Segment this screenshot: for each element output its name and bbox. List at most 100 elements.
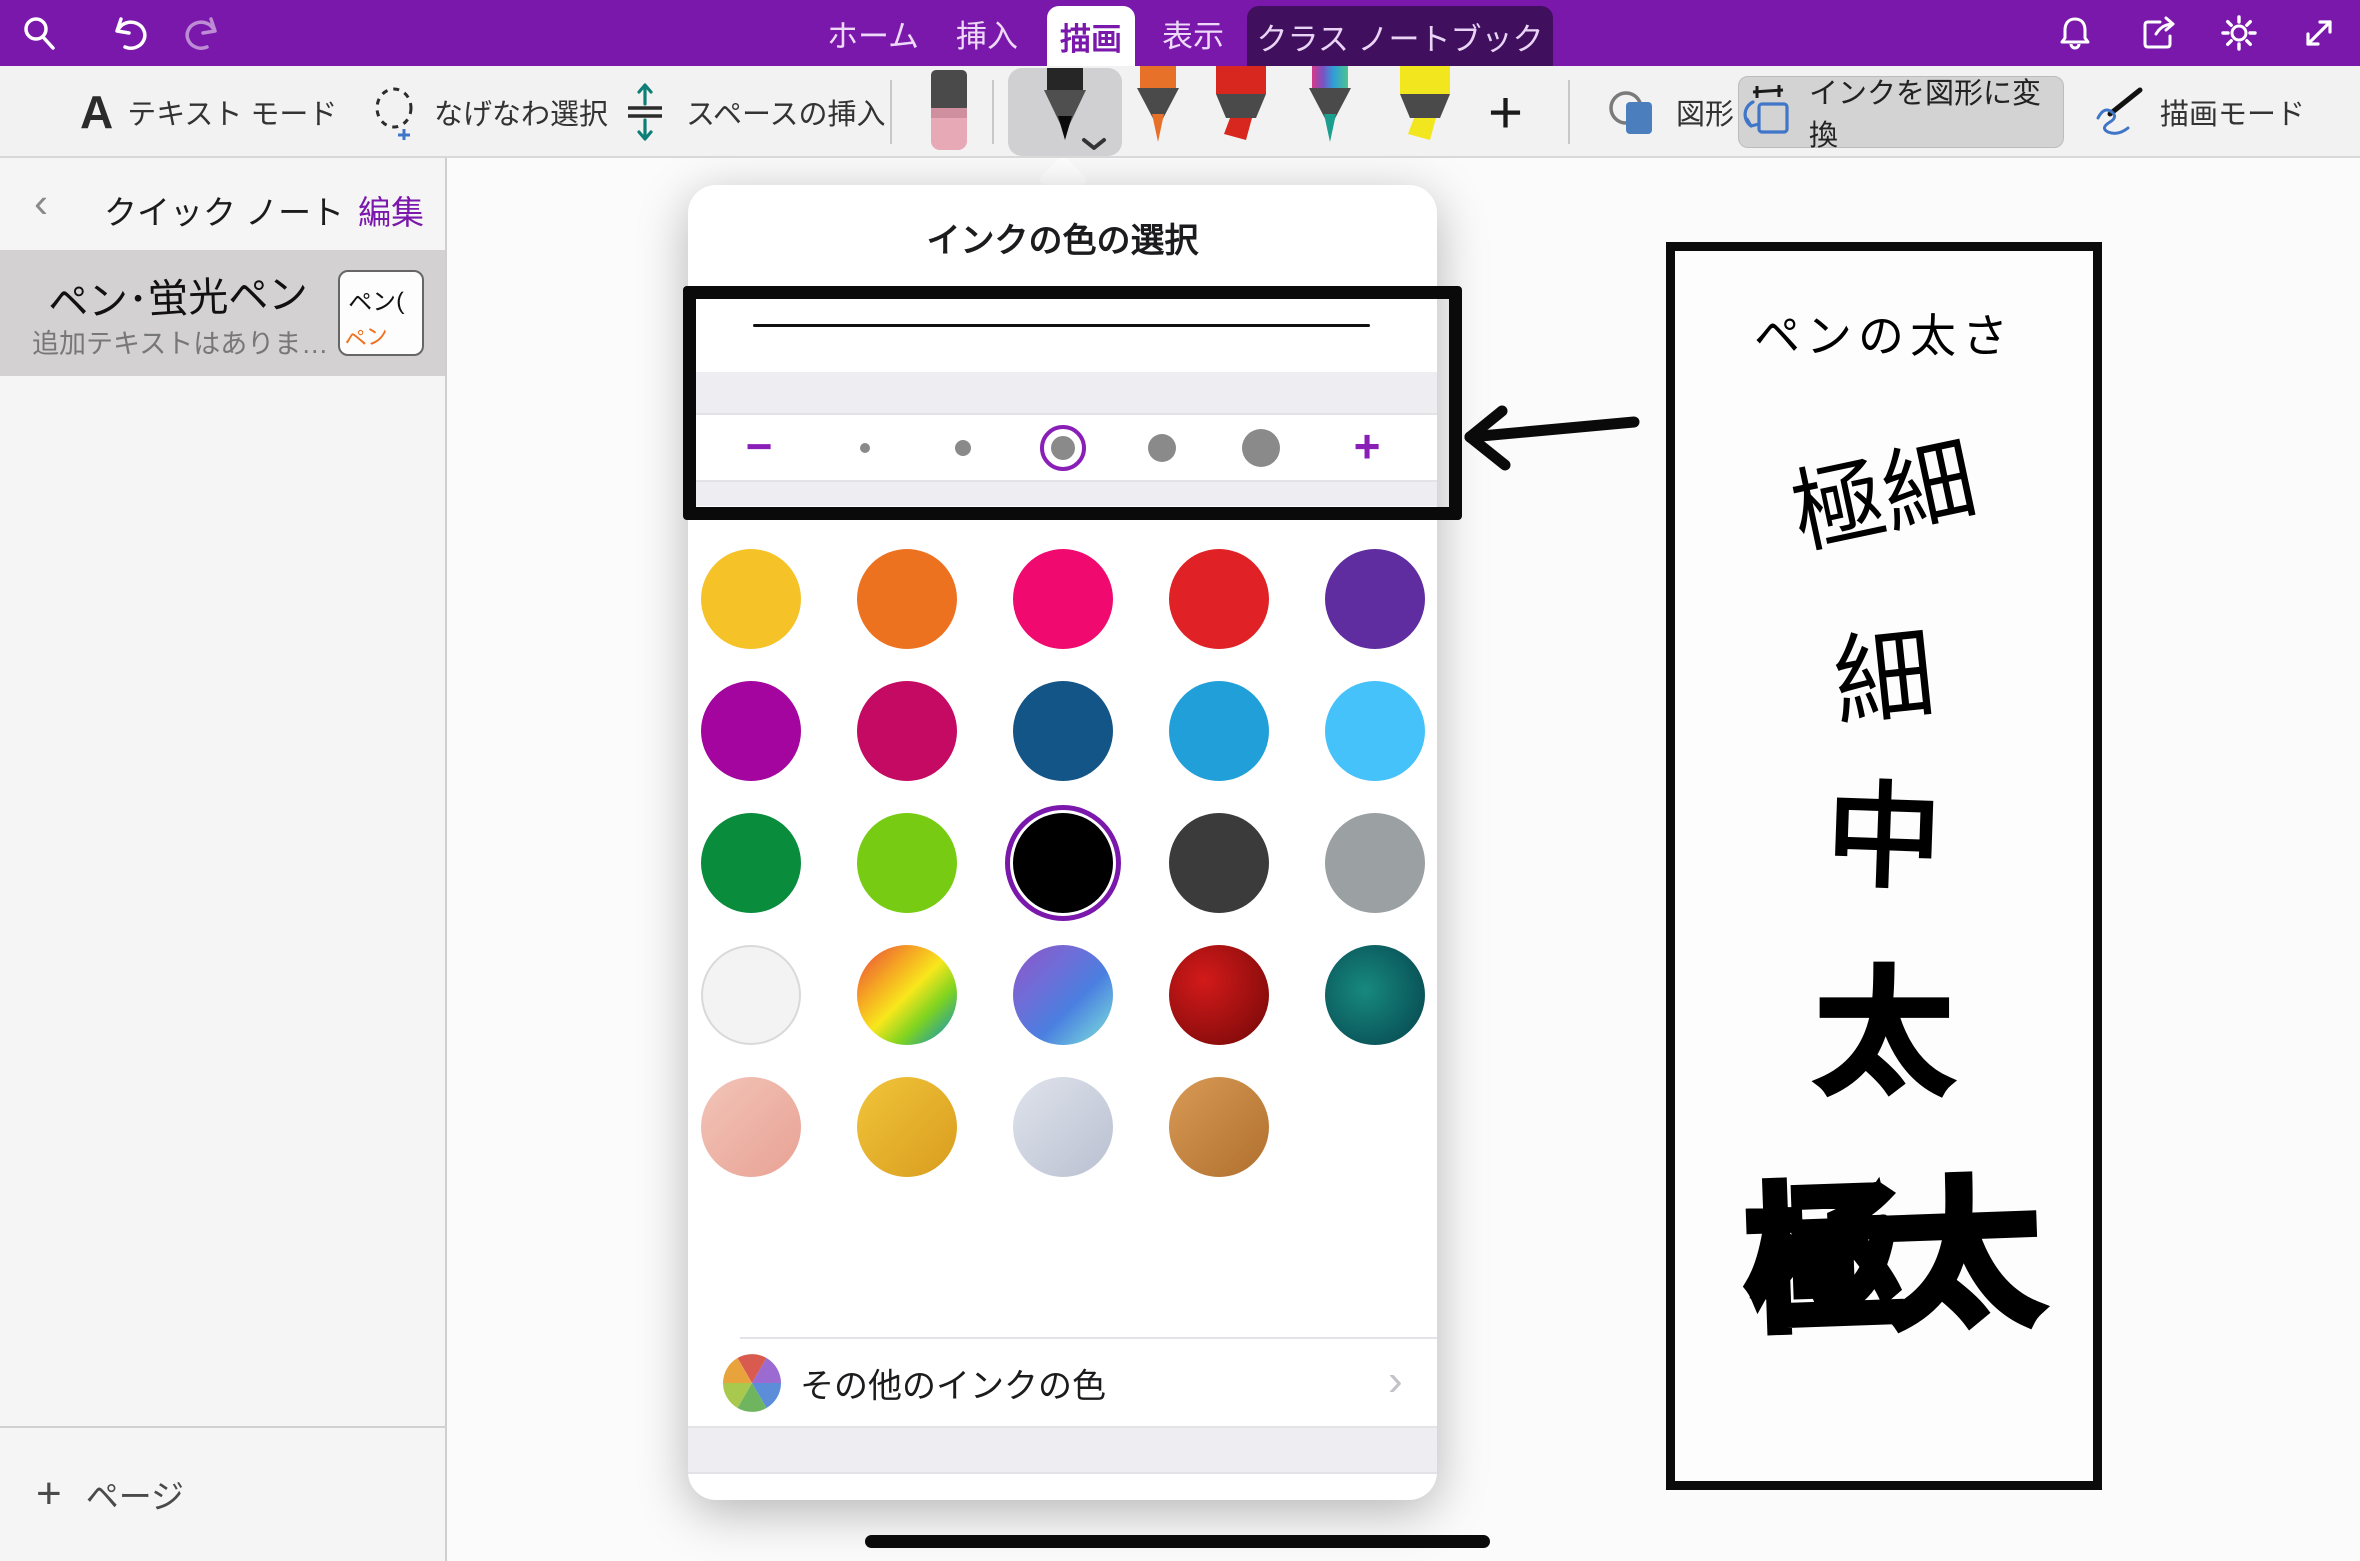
section-gap [688, 482, 1437, 506]
undo-icon[interactable] [94, 0, 164, 66]
color-swatch-silver[interactable] [1013, 1077, 1113, 1177]
color-swatch-bronze[interactable] [1169, 1077, 1269, 1177]
plus-icon: + [36, 1469, 62, 1519]
color-swatch-gold[interactable] [857, 1077, 957, 1177]
more-ink-colors-button[interactable]: その他のインクの色 › [688, 1343, 1437, 1423]
size-dot[interactable] [860, 443, 870, 453]
shapes-icon [1604, 84, 1662, 140]
section-gap [688, 372, 1437, 415]
lasso-icon [368, 84, 420, 140]
text-mode-label: テキスト モード [127, 91, 337, 133]
black-pen-tool-selected[interactable] [1008, 68, 1122, 156]
back-chevron-icon[interactable]: ‹ [34, 182, 48, 224]
panel-title: ペンの太さ [1675, 313, 2093, 359]
red-highlighter-tool[interactable] [1206, 66, 1276, 156]
expand-icon[interactable] [2284, 0, 2354, 66]
pen-size-picker: −+ [688, 415, 1437, 480]
edit-button[interactable]: 編集 [358, 186, 424, 234]
yellow-highlighter-tool[interactable] [1390, 66, 1460, 156]
orange-pen-tool[interactable] [1126, 66, 1190, 156]
color-swatch-orange[interactable] [857, 549, 957, 649]
color-swatch-teal-marble[interactable] [1325, 945, 1425, 1045]
draw-toolbar: A テキスト モード なげなわ選択 スペースの挿入 [0, 66, 2360, 158]
tab-draw[interactable]: 描画 [1047, 6, 1135, 66]
size-dot[interactable] [955, 440, 971, 456]
color-swatch-yellow[interactable] [701, 549, 801, 649]
sample-extra-fine: 極細 [1670, 409, 2098, 586]
sample-medium: 中 [1673, 774, 2095, 904]
tab-class-notebook[interactable]: クラス ノートブック [1247, 6, 1553, 66]
color-swatch-red[interactable] [1169, 549, 1269, 649]
decrease-size-button[interactable]: − [746, 423, 773, 469]
page-list-sidebar: ‹ クイック ノート 編集 ペン･蛍光ペン 追加テキストはありま… ペン( ペン… [0, 158, 447, 1561]
sample-extra-thick: 極太 [1672, 1174, 2095, 1343]
pen-thickness-demo-panel: ペンの太さ 極細 細 中 太 極太 [1666, 242, 2102, 1490]
text-mode-button[interactable]: A テキスト モード [80, 66, 337, 158]
eraser-tool[interactable] [922, 70, 976, 156]
color-swatch-lime[interactable] [857, 813, 957, 913]
ink-to-shape-button[interactable]: インクを図形に変換 [1738, 76, 2064, 148]
color-swatch-magenta[interactable] [701, 681, 801, 781]
color-swatch-dark-gray[interactable] [1169, 813, 1269, 913]
more-colors-label: その他のインクの色 [800, 1359, 1106, 1408]
draw-mode-button[interactable]: 描画モード [2088, 66, 2305, 158]
stroke-preview [753, 324, 1370, 327]
tab-home[interactable]: ホーム [818, 0, 928, 66]
color-swatch-black[interactable] [1013, 813, 1113, 913]
sample-thick: 太 [1675, 966, 2093, 1101]
color-wheel-icon [723, 1354, 781, 1412]
notebook-title: クイック ノート [104, 186, 344, 234]
color-swatch-dark-blue[interactable] [1013, 681, 1113, 781]
lasso-label: なげなわ選択 [434, 91, 608, 133]
increase-size-button[interactable]: + [1354, 423, 1381, 469]
page-item-title: ペン･蛍光ペン [47, 261, 309, 328]
color-swatch-rose-gold[interactable] [701, 1077, 801, 1177]
tab-insert[interactable]: 挿入 [932, 0, 1042, 66]
size-dot[interactable] [1148, 434, 1176, 462]
tab-view[interactable]: 表示 [1140, 0, 1246, 66]
color-swatch-blue[interactable] [1169, 681, 1269, 781]
add-pen-label: + [1488, 78, 1523, 147]
bell-icon[interactable] [2040, 0, 2110, 66]
add-page-button[interactable]: + ページ [0, 1426, 445, 1559]
hand-drawn-arrow-annotation [1456, 392, 1651, 487]
color-swatch-sky-blue[interactable] [1325, 681, 1425, 781]
draw-mode-label: 描画モード [2160, 91, 2305, 133]
page-thumbnail: ペン( ペン [338, 270, 424, 356]
color-swatch-green[interactable] [701, 813, 801, 913]
color-swatch-red-marble[interactable] [1169, 945, 1269, 1045]
size-dot[interactable] [1242, 429, 1280, 467]
home-indicator[interactable] [865, 1535, 1490, 1548]
settings-gear-icon[interactable] [2204, 0, 2274, 66]
search-icon[interactable] [4, 0, 74, 66]
color-swatch-violet[interactable] [1325, 549, 1425, 649]
ink-to-shape-label: インクを図形に変換 [1809, 70, 2063, 154]
color-swatch-rainbow-glitter[interactable] [857, 945, 957, 1045]
sidebar-header: ‹ クイック ノート 編集 [0, 158, 445, 250]
add-pen-button[interactable]: + [1488, 66, 1523, 158]
ink-to-shape-icon [1739, 84, 1795, 140]
chevron-right-icon: › [1388, 1356, 1403, 1406]
text-mode-icon: A [80, 85, 113, 139]
ink-color-popup: インクの色の選択 −+ その他のインクの色 › [688, 185, 1437, 1500]
shapes-button[interactable]: 図形 [1604, 66, 1734, 158]
size-dot-selected[interactable] [1040, 425, 1086, 471]
add-page-label: ページ [86, 1470, 184, 1518]
shapes-label: 図形 [1676, 91, 1734, 133]
redo-icon[interactable] [168, 0, 238, 66]
lasso-select-button[interactable]: なげなわ選択 [368, 66, 608, 158]
color-swatch-raspberry[interactable] [857, 681, 957, 781]
galaxy-pen-tool[interactable] [1298, 66, 1362, 156]
color-swatch-galaxy[interactable] [1013, 945, 1113, 1045]
color-swatch-gray[interactable] [1325, 813, 1425, 913]
page-list-item-selected[interactable]: ペン･蛍光ペン 追加テキストはありま… ペン( ペン [0, 250, 445, 376]
toolbar-separator [890, 80, 892, 144]
share-icon[interactable] [2124, 0, 2194, 66]
insert-space-button[interactable]: スペースの挿入 [618, 66, 886, 158]
section-gap [688, 1428, 1437, 1472]
draw-mode-icon [2088, 84, 2146, 140]
color-swatch-white[interactable] [701, 945, 801, 1045]
sample-fine: 細 [1671, 607, 2097, 750]
color-swatch-pink[interactable] [1013, 549, 1113, 649]
top-app-bar: ホーム 挿入 描画 表示 クラス ノートブック [0, 0, 2360, 66]
